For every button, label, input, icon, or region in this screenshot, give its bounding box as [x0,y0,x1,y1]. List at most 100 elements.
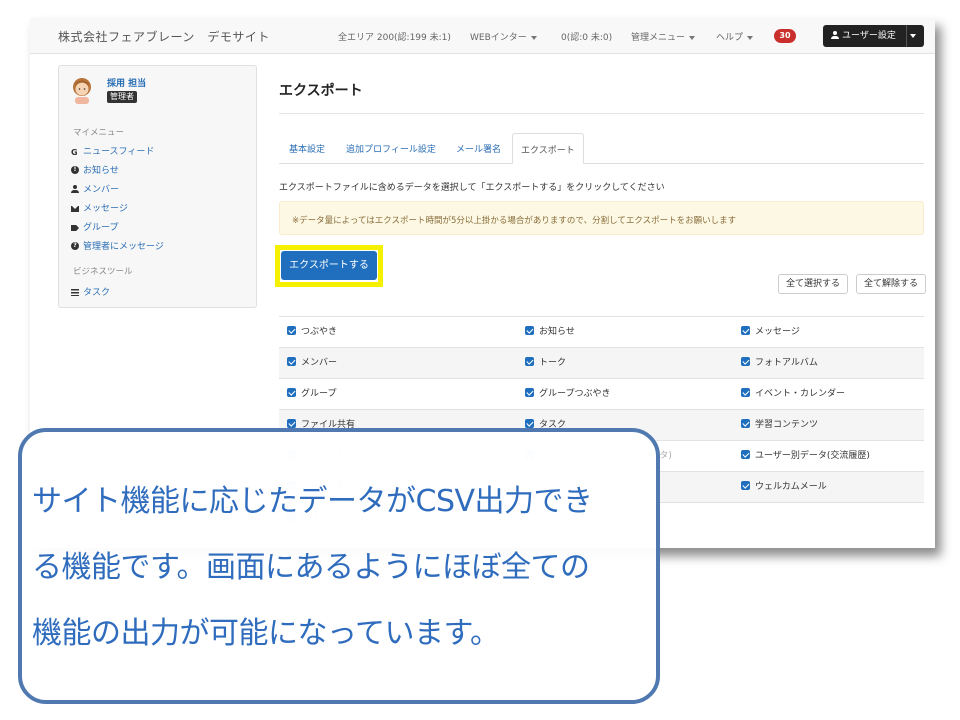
callout-line-3: 機能の出力が可能になっています。 [32,616,500,651]
option-row: グループ グループつぶやき イベント・カレンダー [279,378,924,409]
export-option-label: つぶやき [301,327,338,337]
export-option-label: メッセージ [755,327,800,337]
site-brand[interactable]: 株式会社フェアブレーン デモサイト [58,28,270,45]
warning-alert: ※データ量によってはエクスポート時間が5分以上掛かる場合がありますので、分割して… [279,201,924,235]
sidebar-item-label: タスク [83,288,111,298]
export-option-label: フォトアルバム [755,358,818,368]
checkbox-checked-icon[interactable] [525,357,534,366]
checkbox-checked-icon[interactable] [741,326,750,335]
web-interview-label: WEBインター [470,33,527,43]
admin-menu-label: 管理メニュー [631,33,686,43]
checkbox-checked-icon[interactable] [741,388,750,397]
checkbox-checked-icon[interactable] [287,357,296,366]
info-icon: ! [71,166,79,174]
chevron-down-icon [530,35,537,40]
export-button[interactable]: エクスポートする [281,251,377,280]
sidebar-item-notices[interactable]: ! お知らせ [71,163,119,176]
checkbox-checked-icon[interactable] [525,419,534,428]
tab-additional-profile[interactable]: 追加プロフィール設定 [346,142,436,155]
chevron-down-icon [689,35,696,40]
tab-export[interactable]: エクスポート [512,133,584,164]
sidebar-item-label: グループ [83,223,119,233]
export-option[interactable]: つぶやき [287,317,337,348]
export-option[interactable]: 学習コンテンツ [741,410,818,441]
checkbox-checked-icon[interactable] [287,419,296,428]
avatar[interactable] [69,76,95,106]
question-icon: ? [71,242,79,250]
sidebar-item-label: メッセージ [83,204,128,214]
export-option[interactable]: メッセージ [741,317,800,348]
tab-basic-settings[interactable]: 基本設定 [289,142,325,155]
export-option-label: イベント・カレンダー [755,389,846,399]
export-option[interactable]: メンバー [287,348,337,379]
counts-indicator[interactable]: 0(認:0 未:0) [561,30,612,43]
sidebar-item-label: お知らせ [83,166,119,176]
checkbox-checked-icon[interactable] [741,481,750,490]
export-option-label: トーク [539,358,567,368]
person-icon [71,185,79,193]
export-option[interactable]: ウェルカムメール [741,472,827,503]
user-settings-dropdown-toggle[interactable] [906,25,924,47]
export-option[interactable]: お知らせ [525,317,575,348]
export-option[interactable]: ユーザー別データ(交流履歴) [741,441,870,472]
admin-menu[interactable]: 管理メニュー [631,30,696,43]
envelope-icon [71,206,79,212]
user-settings-button[interactable]: ユーザー設定 [823,25,906,47]
callout-line-2: る機能です。画面にあるようにほぼ全ての [32,550,590,585]
export-option-label: お知らせ [539,327,575,337]
export-option-label: 学習コンテンツ [755,420,819,430]
export-option-label: グループつぶやき [539,389,611,399]
checkbox-checked-icon[interactable] [287,326,296,335]
export-option[interactable]: トーク [525,348,566,379]
sidebar-item-message-admin[interactable]: ? 管理者にメッセージ [71,239,164,252]
top-navbar: 株式会社フェアブレーン デモサイト 全エリア 200(認:199 未:1) WE… [30,18,935,54]
web-interview-menu[interactable]: WEBインター [470,30,537,43]
sidebar-item-newsfeed[interactable]: G ニュースフィード [71,144,154,157]
export-option[interactable]: フォトアルバム [741,348,818,379]
sidebar: 採用 担当 管理者 マイメニュー G ニュースフィード ! お知らせ メンバー メッ… [58,65,257,308]
settings-tabs: 基本設定 追加プロフィール設定 メール署名 エクスポート [279,133,924,164]
export-option[interactable]: グループ [287,379,336,410]
tags-icon [71,225,79,231]
checkbox-checked-icon[interactable] [741,357,750,366]
sidebar-item-tasks[interactable]: タスク [71,285,110,298]
business-tools-heading: ビジネスツール [73,267,133,277]
warning-text: ※データ量によってはエクスポート時間が5分以上掛かる場合がありますので、分割して… [292,216,737,226]
chevron-down-icon [747,35,754,40]
export-option-label: グループ [301,389,337,399]
area-selector[interactable]: 全エリア 200(認:199 未:1) [338,30,451,43]
sidebar-item-label: メンバー [83,185,120,195]
counts-label: 0(認:0 未:0) [561,33,613,43]
option-row: つぶやき お知らせ メッセージ [279,316,924,347]
sidebar-item-messages[interactable]: メッセージ [71,201,128,214]
sidebar-item-label: 管理者にメッセージ [83,242,164,252]
role-badge: 管理者 [107,91,137,103]
help-menu[interactable]: ヘルプ [716,30,754,43]
notification-badge[interactable]: 30 [774,29,796,43]
g-icon: G [71,148,78,157]
area-label: 全エリア 200(認:199 未:1) [338,33,451,43]
my-menu-heading: マイメニュー [73,128,125,138]
select-all-button[interactable]: 全て選択する [778,274,849,294]
tab-mail-signature[interactable]: メール署名 [456,142,501,155]
checkbox-checked-icon[interactable] [741,419,750,428]
page-title: エクスポート [279,83,363,99]
export-description: エクスポートファイルに含めるデータを選択して「エクスポートする」をクリックしてく… [279,183,665,193]
sidebar-item-members[interactable]: メンバー [71,182,119,195]
export-option-label: ウェルカムメール [755,482,827,492]
export-option[interactable]: イベント・カレンダー [741,379,845,410]
deselect-all-button[interactable]: 全て解除する [856,274,927,294]
option-row: メンバー トーク フォトアルバム [279,347,924,378]
checkbox-checked-icon[interactable] [525,388,534,397]
checkbox-checked-icon[interactable] [741,450,750,459]
sidebar-item-groups[interactable]: グループ [71,220,118,233]
checkbox-checked-icon[interactable] [525,326,534,335]
export-option-label: ユーザー別データ(交流履歴) [755,451,870,461]
export-option[interactable]: グループつぶやき [525,379,610,410]
export-option-label: メンバー [301,358,338,368]
person-icon [831,31,839,39]
chevron-down-icon [910,34,916,38]
user-name[interactable]: 採用 担当 [107,76,146,89]
title-divider [279,113,924,114]
checkbox-checked-icon[interactable] [287,388,296,397]
